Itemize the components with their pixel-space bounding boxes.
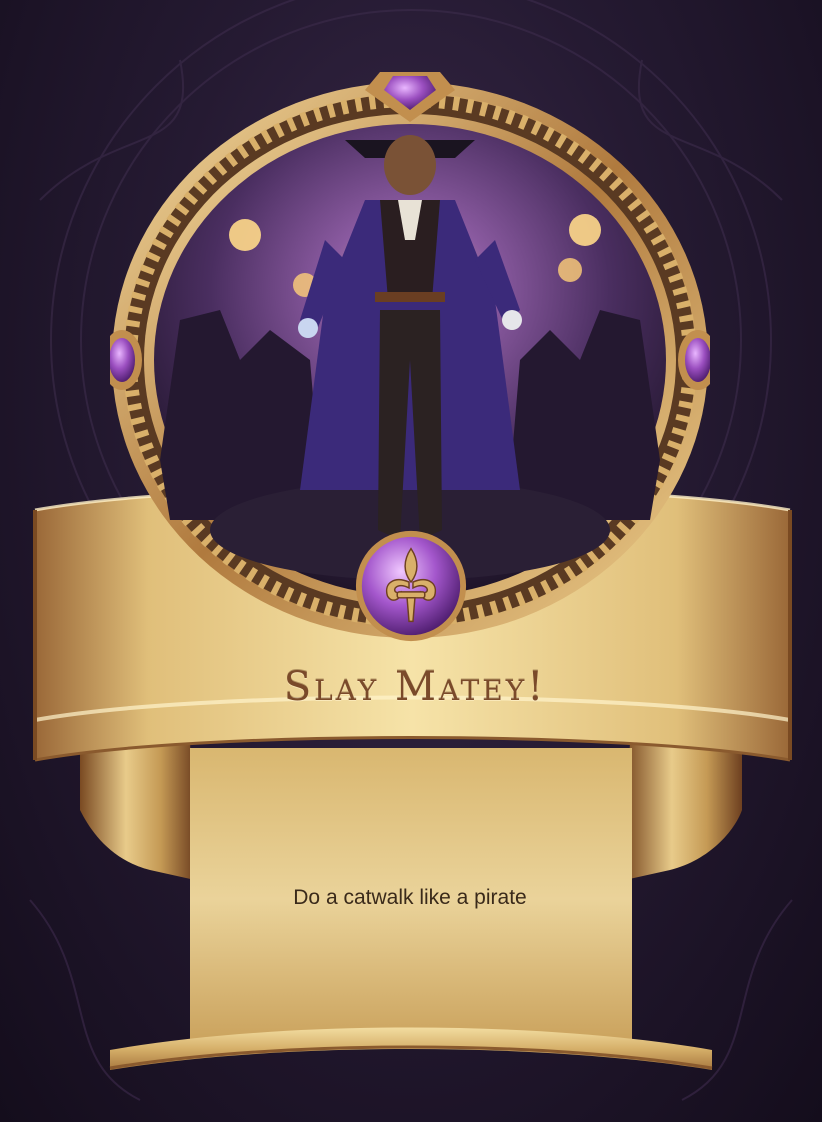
fleur-de-lis-gem-icon bbox=[355, 530, 467, 642]
pirate-illustration bbox=[154, 124, 666, 596]
card-title: Slay Matey! bbox=[283, 664, 547, 710]
quest-card: Slay Matey! Do a catwalk like a pirate bbox=[0, 0, 822, 1122]
card-prompt: Do a catwalk like a pirate bbox=[293, 886, 527, 909]
